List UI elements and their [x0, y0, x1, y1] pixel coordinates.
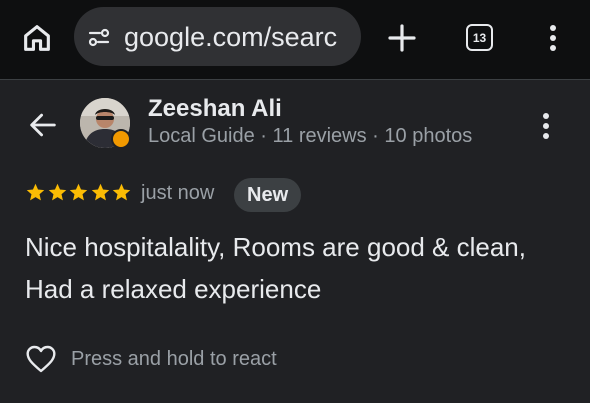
review-text: Nice hospitalality, Rooms are good & cle… — [25, 232, 526, 304]
new-badge: New — [234, 178, 302, 212]
reviewer-meta: Local Guide · 11 reviews · 10 photos — [148, 125, 473, 147]
home-button[interactable] — [20, 21, 54, 55]
review-menu-button[interactable] — [534, 110, 558, 142]
tab-switcher-button[interactable]: 13 — [466, 24, 493, 51]
plus-icon — [388, 24, 416, 52]
star-icon — [69, 183, 88, 201]
star-icon — [26, 183, 45, 201]
star-icon — [112, 183, 131, 201]
star-rating — [25, 182, 133, 208]
back-button[interactable] — [26, 108, 60, 142]
browser-menu-button[interactable] — [540, 22, 566, 54]
address-bar[interactable]: google.com/searc — [74, 7, 361, 66]
star-icon — [91, 183, 109, 201]
arrow-back-icon — [30, 113, 56, 137]
react-button[interactable]: Press and hold to react — [25, 342, 277, 376]
star-icon — [48, 183, 66, 201]
new-tab-button[interactable] — [386, 22, 418, 54]
react-label: Press and hold to react — [71, 347, 277, 370]
home-icon — [24, 25, 50, 51]
browser-toolbar: google.com/searc 13 — [0, 0, 590, 80]
tab-count: 13 — [472, 30, 487, 45]
review-time: just now — [141, 182, 215, 204]
local-guide-badge-icon — [111, 129, 131, 149]
kebab-menu-icon — [550, 25, 556, 51]
url-text[interactable]: google.com/searc — [124, 21, 354, 53]
tune-icon[interactable] — [87, 25, 111, 49]
kebab-menu-icon — [543, 113, 549, 139]
heart-icon — [26, 345, 56, 373]
reviewer-name[interactable]: Zeeshan Ali — [148, 95, 282, 123]
